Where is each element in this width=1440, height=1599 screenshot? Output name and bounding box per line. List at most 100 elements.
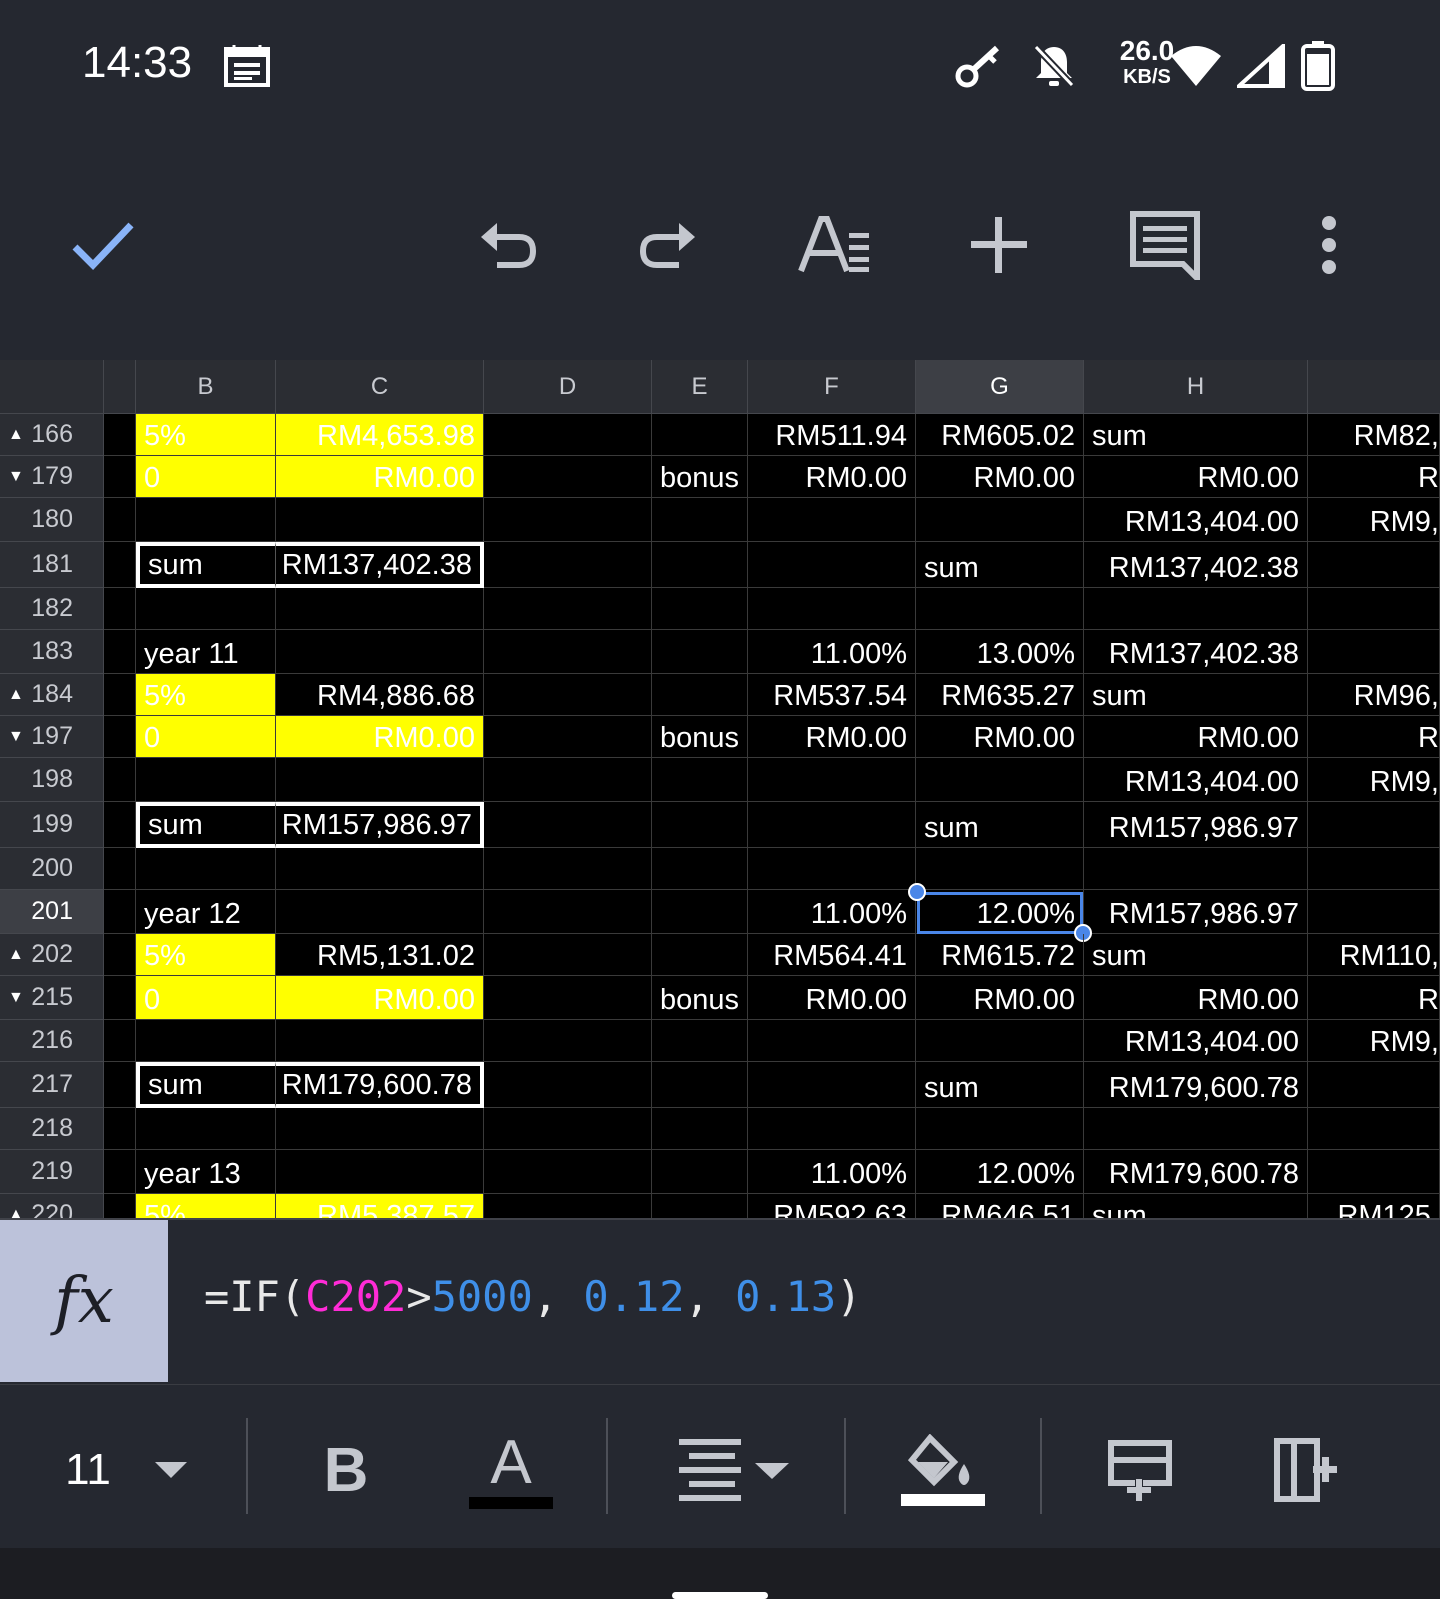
formula-input[interactable]: =IF(C202>5000, 0.12, 0.13) [204,1272,862,1321]
table-cell[interactable]: RM564.41 [748,934,916,976]
table-cell[interactable]: 11.00% [748,1150,916,1194]
table-cell[interactable] [104,890,136,934]
table-cell[interactable] [1308,542,1440,588]
table-cell[interactable] [652,498,748,542]
row-header[interactable]: 182 [0,588,104,630]
table-cell[interactable] [652,630,748,674]
spreadsheet-grid[interactable]: BCDEFGHI166▲5%RM4,653.98RM511.94RM605.02… [0,360,1440,1240]
check-icon[interactable] [58,200,148,290]
table-cell[interactable] [104,1108,136,1150]
row-header[interactable]: 200 [0,848,104,890]
table-cell[interactable]: RM0.00 [748,716,916,758]
row-header[interactable]: 166 ▲ [0,414,104,456]
row-header[interactable]: 202 ▲ [0,934,104,976]
table-cell[interactable]: RM0.00 [916,716,1084,758]
table-cell[interactable]: 5% [136,934,276,976]
table-cell[interactable] [484,630,652,674]
table-cell[interactable] [104,542,136,588]
expand-group-icon[interactable]: ▼ [8,728,24,746]
table-cell[interactable] [1084,588,1308,630]
table-cell[interactable] [748,1020,916,1062]
table-cell[interactable] [276,630,484,674]
table-cell[interactable]: bonus [652,976,748,1020]
table-cell[interactable] [484,1062,652,1108]
table-cell[interactable]: RM9, [1308,498,1440,542]
table-cell[interactable] [652,848,748,890]
table-cell[interactable]: RM0.00 [748,976,916,1020]
undo-icon[interactable] [462,200,552,290]
fill-color-icon[interactable] [898,1420,988,1520]
column-header-c[interactable]: C [276,360,484,414]
table-cell[interactable] [276,1108,484,1150]
column-header-d[interactable]: D [484,360,652,414]
row-header[interactable]: 216 [0,1020,104,1062]
table-cell[interactable] [652,1062,748,1108]
table-cell[interactable]: RM605.02 [916,414,1084,456]
table-cell[interactable]: RM537.54 [748,674,916,716]
table-cell[interactable] [1308,588,1440,630]
table-cell[interactable] [484,498,652,542]
table-cell[interactable]: RM13,404.00 [1084,498,1308,542]
table-cell[interactable] [104,934,136,976]
text-format-icon[interactable] [790,200,880,290]
table-cell[interactable]: RM0.00 [1084,456,1308,498]
table-cell[interactable] [652,588,748,630]
redo-icon[interactable] [624,200,714,290]
column-header-g[interactable]: G [916,360,1084,414]
table-cell[interactable] [276,890,484,934]
table-cell[interactable] [916,758,1084,802]
select-all-corner[interactable] [0,360,104,414]
comment-icon[interactable] [1120,200,1210,290]
table-cell[interactable] [136,588,276,630]
table-cell[interactable] [484,716,652,758]
bold-icon[interactable]: B [306,1420,386,1520]
table-cell[interactable] [1308,1150,1440,1194]
table-cell[interactable] [484,934,652,976]
table-cell[interactable]: 11.00% [748,630,916,674]
table-cell[interactable]: sum [916,802,1084,848]
column-header-h[interactable]: H [1084,360,1308,414]
row-header[interactable]: 181 [0,542,104,588]
table-cell[interactable] [652,414,748,456]
row-header[interactable]: 219 [0,1150,104,1194]
table-cell[interactable] [484,588,652,630]
table-cell[interactable] [748,1108,916,1150]
row-header[interactable]: 199 [0,802,104,848]
table-cell[interactable] [276,848,484,890]
table-cell[interactable] [484,1020,652,1062]
table-cell[interactable] [748,498,916,542]
table-cell[interactable] [1308,848,1440,890]
table-cell[interactable] [276,588,484,630]
table-cell[interactable] [484,890,652,934]
fx-button[interactable]: fx [0,1220,168,1382]
table-cell[interactable]: RM4,653.98 [276,414,484,456]
table-cell[interactable] [748,848,916,890]
table-cell[interactable] [916,1108,1084,1150]
table-cell[interactable] [484,758,652,802]
table-cell[interactable] [276,1150,484,1194]
table-cell[interactable]: RM0.00 [276,456,484,498]
table-cell[interactable] [484,542,652,588]
row-header[interactable]: 183 [0,630,104,674]
table-cell[interactable] [484,976,652,1020]
table-cell[interactable]: R [1308,976,1440,1020]
table-cell[interactable] [748,758,916,802]
table-cell[interactable] [484,1150,652,1194]
table-cell[interactable] [104,1150,136,1194]
table-cell[interactable]: RM0.00 [916,976,1084,1020]
table-cell[interactable]: bonus [652,716,748,758]
table-cell[interactable]: RM615.72 [916,934,1084,976]
collapse-group-icon[interactable]: ▲ [8,686,24,704]
selection-handle-start[interactable] [908,883,926,901]
table-cell[interactable] [104,758,136,802]
table-cell[interactable] [1084,1108,1308,1150]
table-cell[interactable] [136,758,276,802]
table-cell[interactable]: 0 [136,976,276,1020]
table-cell[interactable] [104,716,136,758]
insert-column-icon[interactable] [1266,1420,1346,1520]
table-cell[interactable]: 11.00% [748,890,916,934]
font-size-value[interactable]: 11 [58,1420,118,1520]
expand-group-icon[interactable]: ▼ [8,468,24,486]
table-cell[interactable] [104,588,136,630]
table-cell[interactable]: 13.00% [916,630,1084,674]
